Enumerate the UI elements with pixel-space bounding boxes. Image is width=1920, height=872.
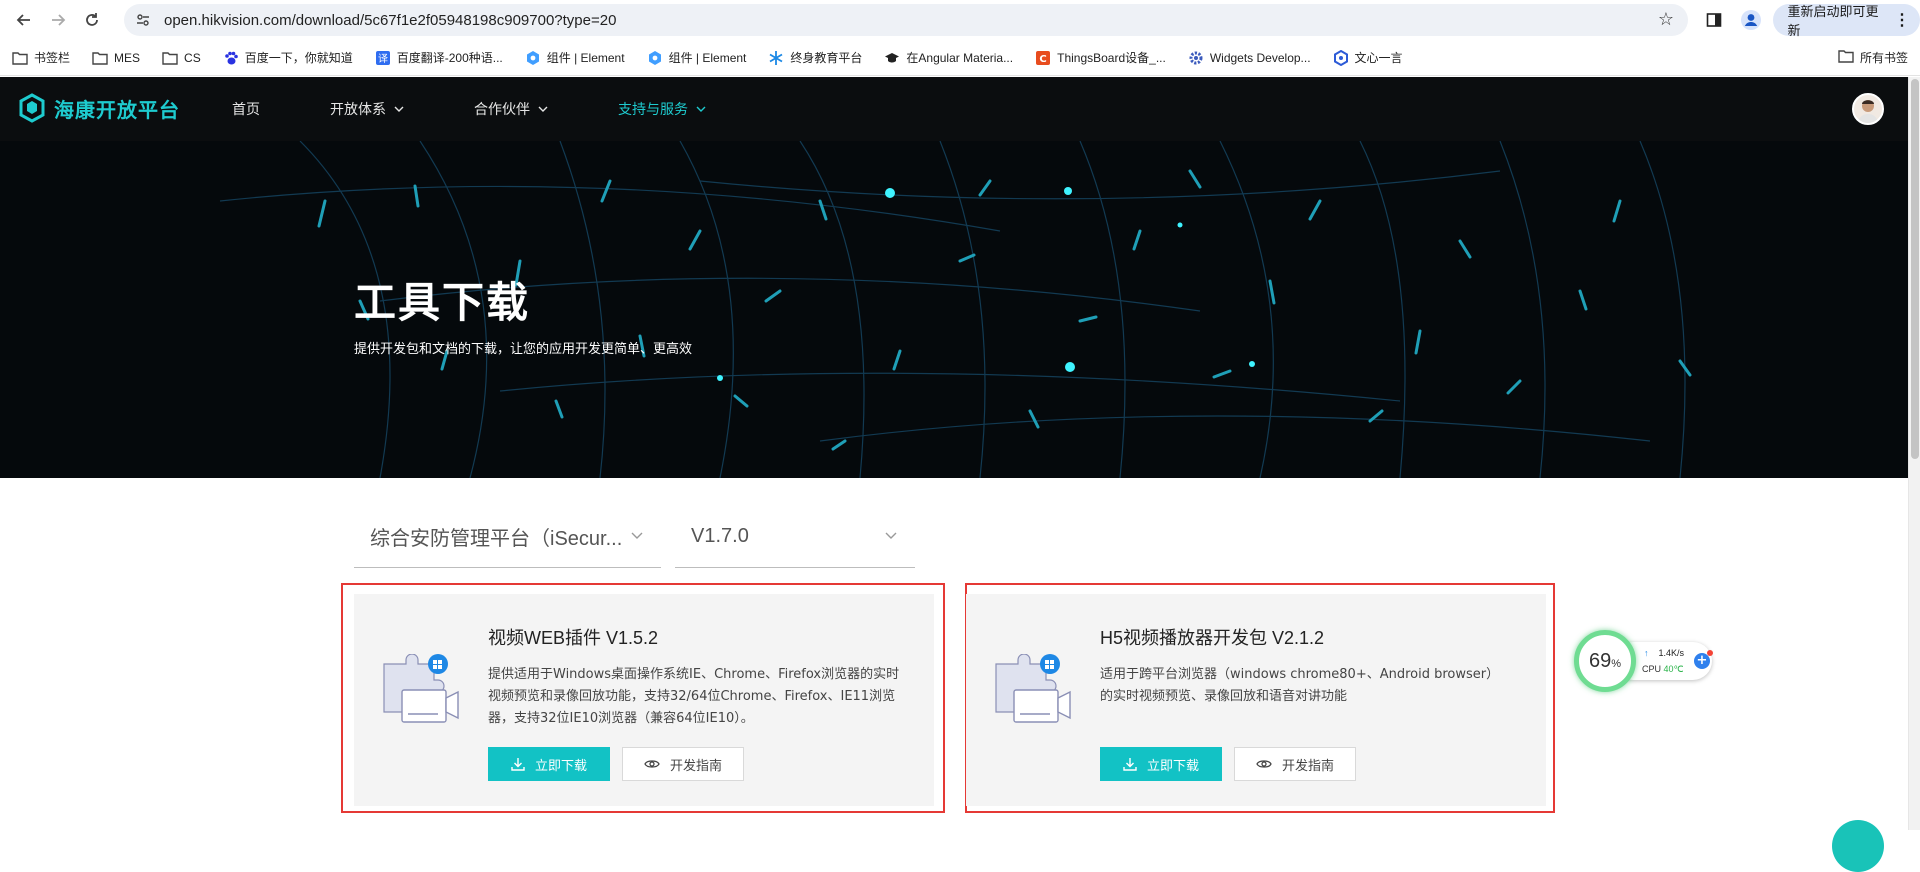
- page-scrollbar[interactable]: [1908, 77, 1920, 830]
- baidu-paw-icon: [223, 50, 239, 66]
- page-subtitle: 提供开发包和文档的下载，让您的应用开发更简单、更高效: [354, 342, 693, 357]
- hikvision-logo-icon: [19, 93, 45, 123]
- cpu-temperature: CPU 40℃: [1642, 664, 1684, 674]
- bookmark-item[interactable]: 译 百度翻译-200种语...: [375, 49, 503, 66]
- bookmark-item[interactable]: 文心一言: [1333, 49, 1403, 66]
- site-logo[interactable]: 海康开放平台: [18, 93, 180, 123]
- card-description: 适用于跨平台浏览器（windows chrome80+、Android brow…: [1100, 667, 1500, 704]
- system-monitor-widget[interactable]: 69% ↑ 1.4K/s CPU 40℃ +: [1574, 630, 1724, 692]
- snowflake-icon: [768, 50, 784, 66]
- card-title: 视频WEB插件 V1.5.2: [488, 628, 659, 648]
- person-icon: [1741, 10, 1762, 30]
- reload-icon: [86, 13, 98, 26]
- memory-gauge: 69%: [1574, 630, 1636, 692]
- bookmark-item[interactable]: CS: [162, 50, 201, 66]
- scrollbar-thumb[interactable]: [1911, 79, 1919, 459]
- chevron-down-icon: [631, 528, 643, 544]
- hexagon-icon: [1333, 49, 1349, 66]
- eye-icon: [1256, 760, 1272, 768]
- chevron-down-icon: [885, 528, 897, 544]
- folder-icon: [12, 50, 28, 66]
- download-icon: [1123, 758, 1137, 771]
- bookmark-item[interactable]: Widgets Develop...: [1188, 50, 1311, 66]
- download-icon: [511, 758, 525, 771]
- element-icon: [647, 50, 663, 66]
- folder-icon: [92, 50, 108, 66]
- folder-icon: [1838, 49, 1854, 66]
- platform-select[interactable]: 综合安防管理平台（iSecur...: [354, 506, 661, 568]
- reload-button[interactable]: [78, 6, 106, 34]
- bookmark-item[interactable]: C ThingsBoard设备_...: [1035, 49, 1166, 66]
- address-bar[interactable]: open.hikvision.com/download/5c67f1e2f059…: [124, 4, 1688, 36]
- nav-item-partners[interactable]: 合作伙伴: [474, 99, 548, 119]
- forward-button[interactable]: [44, 6, 72, 34]
- svg-text:译: 译: [378, 53, 388, 65]
- hero-banner: 工具下载 提供开发包和文档的下载，让您的应用开发更简单、更高效: [0, 141, 1908, 478]
- update-button[interactable]: 重新启动即可更新 ⋮: [1773, 4, 1920, 38]
- dev-guide-button[interactable]: 开发指南: [622, 747, 744, 781]
- bookmark-item[interactable]: 组件 | Element: [647, 49, 746, 66]
- dev-guide-button[interactable]: 开发指南: [1234, 747, 1356, 781]
- page-title: 工具下载: [354, 278, 531, 327]
- chevron-down-icon: [394, 106, 404, 112]
- version-select-value: V1.7.0: [691, 525, 749, 547]
- floating-help-button[interactable]: [1832, 820, 1884, 872]
- nav-item-support[interactable]: 支持与服务: [618, 99, 706, 119]
- bookmark-item[interactable]: 终身教育平台: [768, 49, 862, 66]
- user-avatar[interactable]: [1852, 93, 1884, 125]
- more-vert-icon: ⋮: [1894, 12, 1910, 29]
- main-nav: 首页 开放体系 合作伙伴 支持与服务: [232, 77, 776, 141]
- chevron-down-icon: [696, 106, 706, 112]
- hero-background-pattern: [219, 141, 1692, 478]
- url-text[interactable]: open.hikvision.com/download/5c67f1e2f059…: [164, 12, 616, 29]
- bookmark-item[interactable]: 在Angular Materia...: [884, 49, 1013, 66]
- baidu-translate-icon: 译: [375, 50, 391, 66]
- plugin-illustration-icon: [995, 654, 1071, 723]
- update-label: 重新启动即可更新: [1787, 4, 1879, 38]
- bookmark-item[interactable]: MES: [92, 50, 140, 66]
- tool-card-web-plugin: 视频WEB插件 V1.5.2 提供适用于Windows桌面操作系统IE、Chro…: [354, 594, 934, 806]
- download-button[interactable]: 立即下载: [1100, 747, 1222, 781]
- arrow-left-icon: [16, 14, 30, 26]
- side-panel-button[interactable]: [1700, 5, 1729, 35]
- graduation-cap-icon: [884, 50, 900, 66]
- memory-percent: 69: [1588, 649, 1612, 672]
- tool-card-h5-player: H5视频播放器开发包 V2.1.2 适用于跨平台浏览器（windows chro…: [966, 594, 1546, 806]
- bookmark-item[interactable]: 百度一下，你就知道: [223, 49, 353, 66]
- bookmark-item[interactable]: 组件 | Element: [525, 49, 625, 66]
- plugin-illustration-icon: [383, 654, 459, 723]
- eye-icon: [644, 760, 660, 768]
- back-button[interactable]: [10, 6, 38, 34]
- folder-icon: [162, 50, 178, 66]
- bookmark-item[interactable]: 书签栏: [12, 49, 70, 66]
- card-description: 提供适用于Windows桌面操作系统IE、Chrome、Firefox浏览器的实…: [488, 667, 900, 726]
- profile-button[interactable]: [1737, 5, 1766, 35]
- arrow-up-icon: ↑: [1644, 648, 1649, 658]
- csdn-icon: C: [1035, 50, 1051, 66]
- nav-item-open-system[interactable]: 开放体系: [330, 99, 404, 119]
- svg-text:C: C: [1039, 54, 1046, 65]
- platform-select-value: 综合安防管理平台（iSecur...: [370, 528, 623, 550]
- download-button[interactable]: 立即下载: [488, 747, 610, 781]
- bookmarks-bar: 书签栏 MES CS 百度一下，你就知道 译 百度翻译-200种语... 组件 …: [0, 40, 1920, 76]
- side-panel-icon: [1707, 13, 1722, 27]
- arrow-right-icon: [52, 14, 66, 26]
- version-select[interactable]: V1.7.0: [675, 506, 915, 568]
- logo-text: 海康开放平台: [54, 97, 180, 122]
- notification-dot: [1707, 650, 1713, 656]
- all-bookmarks-button[interactable]: 所有书签: [1838, 49, 1908, 66]
- browser-toolbar: open.hikvision.com/download/5c67f1e2f059…: [0, 0, 1920, 40]
- card-title: H5视频播放器开发包 V2.1.2: [1100, 628, 1325, 648]
- gear-icon: [1188, 50, 1204, 66]
- chevron-down-icon: [538, 106, 548, 112]
- element-icon: [525, 50, 541, 66]
- network-speed: ↑ 1.4K/s: [1644, 648, 1685, 658]
- bookmark-star-icon[interactable]: ☆: [1658, 9, 1674, 30]
- site-header: 海康开放平台 首页 开放体系 合作伙伴 支持与服务: [0, 77, 1908, 141]
- site-settings-icon[interactable]: [130, 7, 156, 33]
- nav-item-home[interactable]: 首页: [232, 99, 260, 119]
